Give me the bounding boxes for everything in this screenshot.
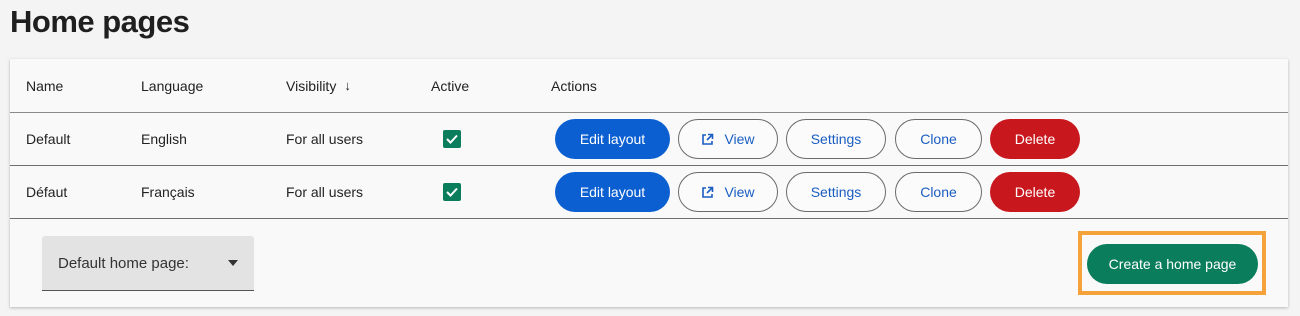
column-header-visibility[interactable]: Visibility ↓: [286, 59, 351, 112]
column-header-visibility-label: Visibility: [286, 77, 337, 94]
delete-button[interactable]: Delete: [990, 119, 1080, 159]
settings-button[interactable]: Settings: [786, 172, 886, 212]
view-button[interactable]: View: [678, 119, 778, 159]
edit-layout-button[interactable]: Edit layout: [555, 119, 670, 159]
clone-button[interactable]: Clone: [895, 172, 982, 212]
arrow-down-icon[interactable]: ↓: [344, 78, 351, 93]
checkmark-icon: [446, 134, 458, 144]
table-row: Défaut Français For all users Edit layou…: [10, 166, 1288, 219]
view-button-label: View: [724, 131, 755, 147]
home-pages-table-card: Name Language Visibility ↓ Active Action…: [10, 59, 1288, 307]
table-header-row: Name Language Visibility ↓ Active Action…: [10, 59, 1288, 113]
settings-button[interactable]: Settings: [786, 119, 886, 159]
default-home-page-select[interactable]: Default home page:: [42, 236, 254, 291]
external-link-icon: [701, 133, 714, 146]
cell-language: English: [141, 131, 187, 147]
cell-visibility: For all users: [286, 131, 364, 147]
delete-button[interactable]: Delete: [990, 172, 1080, 212]
view-button-label: View: [724, 184, 755, 200]
default-home-page-select-label: Default home page:: [58, 254, 189, 272]
create-home-page-button[interactable]: Create a home page: [1087, 244, 1258, 284]
checkmark-icon: [446, 187, 458, 197]
column-header-active: Active: [431, 77, 470, 94]
cell-visibility: For all users: [286, 184, 364, 200]
cell-name: Défaut: [26, 184, 68, 200]
clone-button[interactable]: Clone: [895, 119, 982, 159]
view-button[interactable]: View: [678, 172, 778, 212]
active-checkbox[interactable]: [443, 183, 461, 201]
external-link-icon: [701, 186, 714, 199]
caret-down-icon: [228, 260, 238, 266]
edit-layout-button[interactable]: Edit layout: [555, 172, 670, 212]
cell-language: Français: [141, 184, 195, 200]
cell-name: Default: [26, 131, 71, 147]
page-title: Home pages: [10, 4, 190, 39]
table-row: Default English For all users Edit layou…: [10, 113, 1288, 166]
column-header-language: Language: [141, 77, 204, 94]
column-header-actions: Actions: [551, 77, 597, 94]
active-checkbox[interactable]: [443, 130, 461, 148]
column-header-name: Name: [26, 77, 64, 94]
